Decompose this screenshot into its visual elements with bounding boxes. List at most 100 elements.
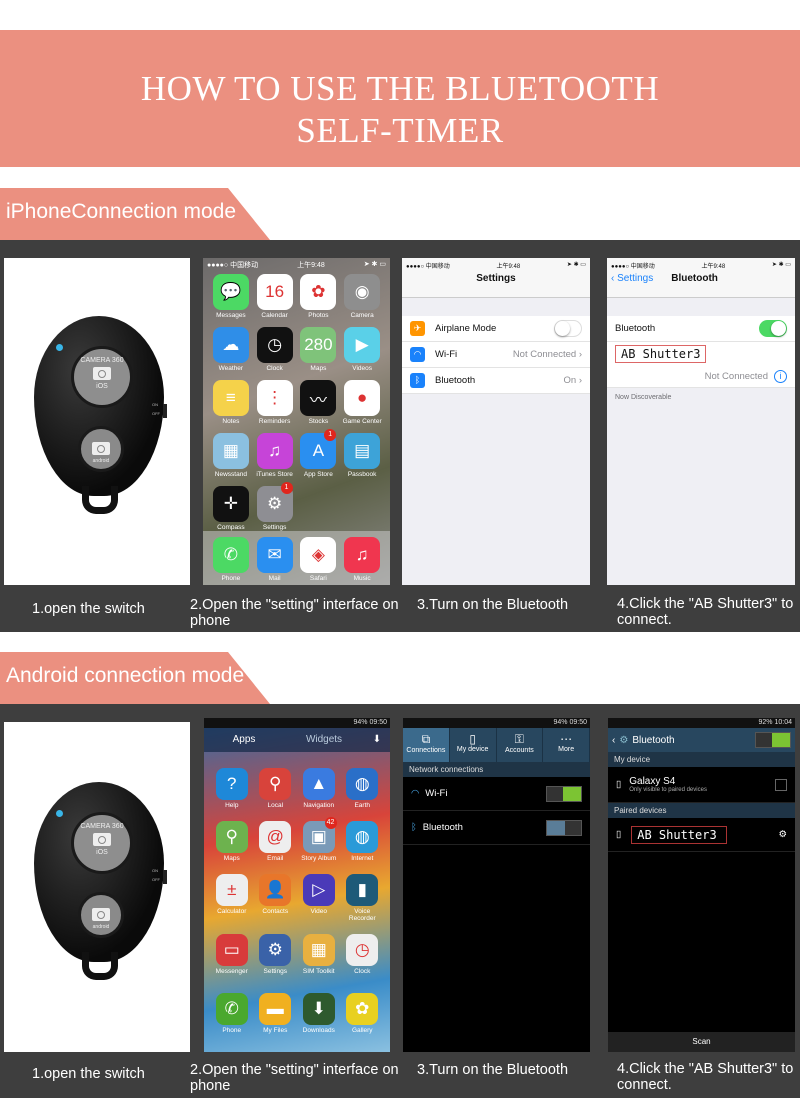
app-label: Videos xyxy=(352,365,372,372)
app-reminders[interactable]: ⋮ Reminders xyxy=(253,380,297,425)
app-notes[interactable]: ≡ Notes xyxy=(209,380,253,425)
app-itunes-store[interactable]: ♫ iTunes Store xyxy=(253,433,297,478)
app-my-files[interactable]: ▬ My Files xyxy=(254,993,298,1034)
local-icon: ⚲ xyxy=(259,768,292,800)
power-switch xyxy=(163,404,167,418)
settings-row-wi-fi[interactable]: ◠ Wi-Fi xyxy=(403,777,590,811)
voice-recorder-icon: ▮ xyxy=(346,874,379,906)
app-game-center[interactable]: ● Game Center xyxy=(340,380,384,425)
app-compass[interactable]: ✛ Compass xyxy=(209,486,253,531)
app-sim-toolkit[interactable]: ▦ SIM Toolkit xyxy=(297,934,341,975)
android-bluetooth-screen: 92% 10:04 ‹ ⚙ Bluetooth My device ▯ Galaxy… xyxy=(608,718,795,1052)
app-newsstand[interactable]: ▦ Newsstand xyxy=(209,433,253,478)
app-internet[interactable]: ◍ Internet xyxy=(341,821,385,862)
app-mail[interactable]: ✉ Mail xyxy=(253,537,297,582)
app-photos[interactable]: ✿ Photos xyxy=(297,274,341,319)
visibility-checkbox[interactable] xyxy=(775,778,787,791)
game-center-icon: ● xyxy=(344,380,381,416)
settings-row-wi-fi[interactable]: ◠ Wi-Fi Not Connected › xyxy=(402,342,590,368)
app-clock[interactable]: ◷ Clock xyxy=(341,934,385,975)
settings-row-bluetooth[interactable]: ᛒ Bluetooth On › xyxy=(402,368,590,394)
app-contacts[interactable]: 👤 Contacts xyxy=(254,874,298,922)
navigation-icon: ▲ xyxy=(302,768,335,800)
clock-icon: ◷ xyxy=(346,934,379,966)
tab-more[interactable]: ⋯ More xyxy=(543,728,590,762)
app-voice-recorder[interactable]: ▮ Voice Recorder xyxy=(341,874,385,922)
title-line-2: SELF-TIMER xyxy=(296,111,504,150)
app-local[interactable]: ⚲ Local xyxy=(254,768,298,809)
download-icon[interactable]: ⬇ xyxy=(364,728,390,752)
app-calculator[interactable]: ± Calculator xyxy=(210,874,254,922)
ab-shutter3-device[interactable]: AB Shutter3 xyxy=(615,345,707,363)
notification-badge: 1 xyxy=(280,482,293,494)
app-video[interactable]: ▷ Video xyxy=(297,874,341,922)
gear-icon[interactable]: ⚙ xyxy=(778,829,787,840)
wifi-icon: ◠ xyxy=(410,347,425,362)
app-calendar[interactable]: 16 Calendar xyxy=(253,274,297,319)
info-icon[interactable]: i xyxy=(774,370,787,383)
airplane-toggle[interactable] xyxy=(554,320,582,337)
step-2: 2.Open the "setting" interface on phone xyxy=(190,1062,399,1094)
app-videos[interactable]: ▶ Videos xyxy=(340,327,384,372)
tab-widgets[interactable]: Widgets xyxy=(284,728,364,752)
notes-icon: ≡ xyxy=(212,380,249,416)
app-navigation[interactable]: ▲ Navigation xyxy=(297,768,341,809)
wi-fi-toggle[interactable] xyxy=(546,785,582,802)
app-safari[interactable]: ◈ Safari xyxy=(297,537,341,582)
settings-row-bluetooth[interactable]: ᛒ Bluetooth xyxy=(403,811,590,845)
dock: ✆ Phone ✉ Mail ◈ Safari ♫ Music xyxy=(203,537,390,585)
app-label: Maps xyxy=(310,365,327,372)
settings-row-airplane-mode[interactable]: ✈ Airplane Mode xyxy=(402,316,590,342)
app-label: Help xyxy=(225,802,239,809)
app-settings[interactable]: ⚙ Settings xyxy=(254,934,298,975)
step-3: 3.Turn on the Bluetooth xyxy=(417,597,569,613)
bluetooth-remote-image: CAMERA 360 iOS android ON OFF xyxy=(34,782,167,980)
app-earth[interactable]: ◍ Earth xyxy=(341,768,385,809)
tab-accounts[interactable]: ⚿ Accounts xyxy=(497,728,544,762)
app-maps[interactable]: ⚲ Maps xyxy=(210,821,254,862)
bluetooth-icon: ᛒ xyxy=(410,373,425,388)
step-1: 1.open the switch xyxy=(32,601,145,617)
scan-button[interactable]: Scan xyxy=(608,1032,795,1052)
app-weather[interactable]: ☁ Weather xyxy=(209,327,253,372)
video-icon: ▷ xyxy=(302,874,335,906)
bluetooth-remote-image: CAMERA 360 iOS android ON OFF xyxy=(34,316,167,514)
app-maps[interactable]: 280 Maps xyxy=(297,327,341,372)
app-label: Messenger xyxy=(215,968,248,975)
back-button[interactable]: ‹ Settings xyxy=(611,273,653,284)
tab-connections[interactable]: ⧉ Connections xyxy=(403,728,450,762)
app-story-album[interactable]: ▣ 42 Story Album xyxy=(297,817,341,862)
app-gallery[interactable]: ✿ Gallery xyxy=(341,993,385,1034)
safari-icon: ◈ xyxy=(300,537,337,573)
bluetooth-toggle[interactable] xyxy=(755,732,791,748)
reminders-icon: ⋮ xyxy=(256,380,293,416)
app-label: Navigation xyxy=(303,802,335,809)
app-passbook[interactable]: ▤ Passbook xyxy=(340,433,384,478)
app-camera[interactable]: ◉ Camera xyxy=(340,274,384,319)
tab-apps[interactable]: Apps xyxy=(204,728,284,752)
phone-icon: ▯ xyxy=(616,829,622,840)
app-stocks[interactable]: 〰 Stocks xyxy=(297,380,341,425)
bluetooth-icon: ᛒ xyxy=(411,822,417,833)
app-label: Mail xyxy=(268,575,281,582)
app-settings[interactable]: ⚙ 1 Settings xyxy=(253,482,297,531)
app-clock[interactable]: ◷ Clock xyxy=(253,327,297,372)
app-app-store[interactable]: A 1 App Store xyxy=(297,429,341,478)
ios-shutter-button: CAMERA 360 iOS xyxy=(71,812,133,874)
app-phone[interactable]: ✆ Phone xyxy=(210,993,254,1034)
bluetooth-toggle[interactable] xyxy=(759,320,787,337)
app-phone[interactable]: ✆ Phone xyxy=(209,537,253,582)
app-help[interactable]: ? Help xyxy=(210,768,254,809)
tab-my-device[interactable]: ▯ My device xyxy=(450,728,497,762)
android-panel: CAMERA 360 iOS android ON OFF 94% 09:50 Ap… xyxy=(0,704,800,1098)
photos-icon: ✿ xyxy=(300,274,337,310)
ab-shutter3-device[interactable]: AB Shutter3 xyxy=(631,825,728,844)
bluetooth-toggle[interactable] xyxy=(546,819,582,836)
app-music[interactable]: ♫ Music xyxy=(340,537,384,582)
app-email[interactable]: @ Email xyxy=(254,821,298,862)
app-messenger[interactable]: ▭ Messenger xyxy=(210,934,254,975)
tab-icon: ⧉ xyxy=(421,732,431,746)
app-downloads[interactable]: ⬇ Downloads xyxy=(297,993,341,1034)
clock-icon: ◷ xyxy=(256,327,293,363)
app-messages[interactable]: 💬 Messages xyxy=(209,274,253,319)
